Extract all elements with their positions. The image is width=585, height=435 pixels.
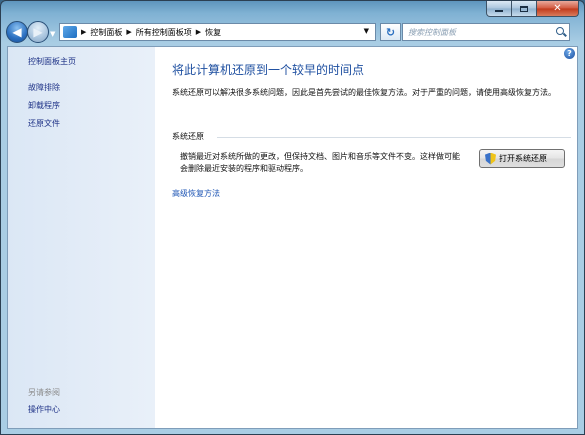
chevron-right-icon[interactable]: ▶ (196, 28, 201, 36)
sidebar: 控制面板主页 故障排除 卸载程序 还原文件 另请参阅 操作中心 (8, 47, 155, 428)
search-icon[interactable] (556, 27, 564, 35)
sidebar-home-link[interactable]: 控制面板主页 (28, 56, 76, 67)
maximize-icon (520, 5, 528, 12)
control-panel-icon (63, 26, 77, 38)
shield-icon (485, 152, 496, 165)
chevron-right-icon[interactable]: ▶ (126, 28, 131, 36)
content-area: 控制面板主页 故障排除 卸载程序 还原文件 另请参阅 操作中心 ? 将此计算机还… (7, 46, 578, 429)
minimize-icon (495, 10, 503, 12)
back-button[interactable]: ◀ (6, 21, 28, 43)
intro-text: 系统还原可以解决很多系统问题，因此是首先尝试的最佳恢复方法。对于严重的问题，请使… (172, 88, 556, 97)
sidebar-item-troubleshooting[interactable]: 故障排除 (28, 82, 60, 93)
sidebar-item-restore-files[interactable]: 还原文件 (28, 118, 60, 129)
back-arrow-icon: ◀ (12, 25, 22, 39)
chevron-down-icon[interactable]: ▼ (364, 27, 369, 35)
breadcrumb-recovery[interactable]: 恢复 (205, 27, 221, 38)
section-heading: 系统还原 (172, 131, 207, 142)
close-icon: ✕ (553, 3, 562, 14)
breadcrumb-control-panel[interactable]: 控制面板 (90, 27, 122, 38)
open-system-restore-label: 打开系统还原 (499, 154, 547, 163)
search-input[interactable] (408, 27, 552, 37)
forward-button[interactable]: ▶ (27, 21, 49, 43)
restore-description: 撤销最近对系统所做的更改，但保持文档、图片和音乐等文件不变。这样做可能会删除最近… (180, 152, 460, 173)
maximize-button[interactable] (512, 1, 537, 17)
see-also-heading: 另请参阅 (28, 388, 60, 397)
forward-arrow-icon: ▶ (33, 25, 43, 39)
breadcrumb-all-items[interactable]: 所有控制面板项 (136, 27, 192, 38)
open-system-restore-button[interactable]: 打开系统还原 (479, 149, 565, 168)
advanced-recovery-link[interactable]: 高级恢复方法 (172, 188, 220, 199)
address-bar[interactable]: ▶ 控制面板 ▶ 所有控制面板项 ▶ 恢复 ▼ (59, 23, 376, 41)
help-icon[interactable]: ? (564, 48, 575, 59)
window: ✕ ◀ ▶ ▼ ▶ 控制面板 ▶ 所有控制面板项 ▶ 恢复 ▼ ↻ 控制面板主页… (0, 0, 585, 435)
caption-buttons: ✕ (486, 1, 579, 17)
refresh-button[interactable]: ↻ (380, 23, 401, 41)
refresh-icon: ↻ (385, 25, 396, 39)
main-panel: ? 将此计算机还原到一个较早的时间点 系统还原可以解决很多系统问题，因此是首先尝… (155, 47, 577, 428)
close-button[interactable]: ✕ (537, 1, 579, 17)
chevron-right-icon[interactable]: ▶ (81, 28, 86, 36)
minimize-button[interactable] (486, 1, 512, 17)
section-divider (217, 137, 571, 138)
page-title: 将此计算机还原到一个较早的时间点 (172, 63, 365, 77)
sidebar-item-uninstall[interactable]: 卸载程序 (28, 100, 60, 111)
search-box[interactable] (402, 23, 570, 41)
sidebar-item-action-center[interactable]: 操作中心 (28, 404, 60, 415)
recent-pages-dropdown[interactable]: ▼ (50, 30, 55, 38)
